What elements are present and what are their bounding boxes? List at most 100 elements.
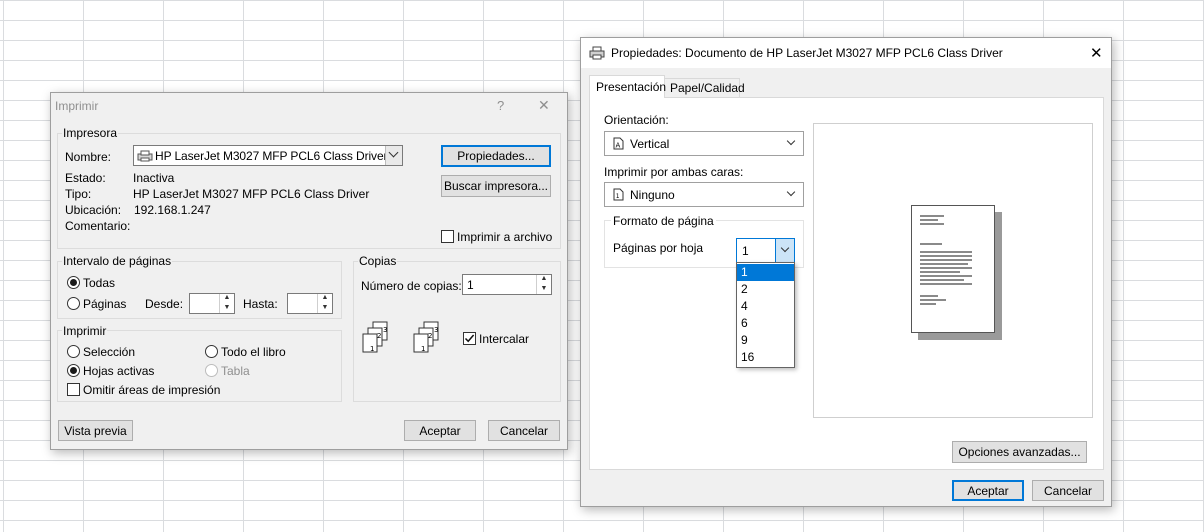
spin-up-icon[interactable]: ▲ [537, 275, 551, 285]
print-dialog-titlebar[interactable]: Imprimir ? ✕ [51, 93, 567, 121]
chevron-down-icon [780, 243, 790, 253]
chevron-down-icon [388, 147, 399, 158]
close-icon[interactable]: ✕ [538, 97, 550, 114]
orientation-value: Vertical [630, 137, 670, 151]
svg-text:1: 1 [616, 193, 620, 200]
active-sheets-radio[interactable] [67, 364, 80, 377]
cancel-button[interactable]: Cancelar [488, 420, 560, 441]
tab-papel-calidad[interactable]: Papel/Calidad [664, 78, 745, 97]
spin-down-icon[interactable]: ▼ [220, 304, 234, 314]
duplex-value: Ninguno [630, 188, 675, 202]
ignore-print-areas-checkbox[interactable] [67, 383, 80, 396]
printer-comment-label: Comentario: [65, 219, 131, 233]
from-input[interactable]: ▲ ▼ [189, 293, 235, 314]
ignore-print-areas-label: Omitir áreas de impresión [83, 383, 221, 397]
all-pages-label: Todas [83, 276, 116, 290]
collate-pages-icon: 321 [361, 321, 395, 357]
chevron-down-icon [786, 187, 796, 197]
pages-per-sheet-option[interactable]: 6 [737, 315, 794, 332]
preview-button-label: Vista previa [64, 424, 127, 438]
table-radio[interactable] [205, 364, 218, 377]
svg-text:A: A [616, 142, 621, 150]
printer-name-select[interactable]: HP LaserJet M3027 MFP PCL6 Class Driver [133, 145, 403, 166]
properties-dialog-title: Propiedades: Documento de HP LaserJet M3… [611, 46, 1003, 60]
copies-count-value: 1 [467, 278, 474, 292]
to-label: Hasta: [243, 297, 278, 311]
properties-dialog-titlebar[interactable]: Propiedades: Documento de HP LaserJet M3… [581, 38, 1111, 68]
spin-down-icon[interactable]: ▼ [537, 285, 551, 295]
to-spinner[interactable]: ▲ ▼ [317, 294, 332, 313]
find-printer-button-label: Buscar impresora... [443, 179, 549, 193]
table-label: Tabla [221, 364, 250, 378]
svg-text:1: 1 [421, 345, 425, 353]
printer-location-value: 192.168.1.247 [134, 203, 211, 217]
page-preview-sheet [911, 205, 995, 333]
pages-per-sheet-option[interactable]: 2 [737, 281, 794, 298]
pages-radio[interactable] [67, 297, 80, 310]
pages-per-sheet-label: Páginas por hoja [613, 241, 704, 255]
active-sheets-label: Hojas activas [83, 364, 155, 378]
pages-per-sheet-option[interactable]: 16 [737, 349, 794, 366]
properties-ok-button-label: Aceptar [967, 484, 1009, 498]
page-format-label: Formato de página [611, 214, 716, 228]
preview-button[interactable]: Vista previa [58, 420, 133, 441]
spin-down-icon[interactable]: ▼ [318, 304, 332, 314]
pages-per-sheet-option[interactable]: 9 [737, 332, 794, 349]
advanced-options-button-label: Opciones avanzadas... [958, 445, 1081, 459]
pages-label: Páginas [83, 297, 127, 311]
properties-cancel-button[interactable]: Cancelar [1032, 480, 1104, 501]
find-printer-button[interactable]: Buscar impresora... [441, 175, 551, 197]
chevron-down-icon [786, 136, 796, 146]
help-icon[interactable]: ? [497, 98, 504, 113]
entire-workbook-radio[interactable] [205, 345, 218, 358]
svg-text:2: 2 [428, 332, 432, 340]
spin-up-icon[interactable]: ▲ [220, 294, 234, 304]
page-preview-frame [813, 123, 1093, 418]
copies-spinner[interactable]: ▲ ▼ [536, 275, 551, 294]
copies-count-label: Número de copias: [361, 279, 462, 293]
all-pages-radio[interactable] [67, 276, 80, 289]
to-input[interactable]: ▲ ▼ [287, 293, 333, 314]
printer-icon [137, 150, 153, 162]
printer-type-value: HP LaserJet M3027 MFP PCL6 Class Driver [133, 187, 370, 201]
pages-per-sheet-select[interactable]: 1 [736, 238, 795, 263]
printer-name-label: Nombre: [65, 150, 112, 164]
printer-type-label: Tipo: [65, 187, 92, 201]
printer-status-value: Inactiva [133, 171, 175, 185]
ok-button[interactable]: Aceptar [404, 420, 476, 441]
svg-text:2: 2 [377, 332, 381, 340]
selection-radio[interactable] [67, 345, 80, 358]
pages-per-sheet-option[interactable]: 4 [737, 298, 794, 315]
properties-dialog: Propiedades: Documento de HP LaserJet M3… [580, 37, 1112, 507]
portrait-icon: A [613, 137, 624, 150]
properties-button[interactable]: Propiedades... [441, 145, 551, 167]
tab-presentacion[interactable]: Presentación [589, 75, 666, 98]
properties-cancel-button-label: Cancelar [1043, 484, 1093, 498]
pages-per-sheet-listbox: 1 2 4 6 9 16 [736, 262, 795, 368]
selection-label: Selección [83, 345, 136, 359]
print-to-file-checkbox[interactable] [441, 230, 454, 243]
ok-button-label: Aceptar [419, 424, 461, 438]
properties-ok-button[interactable]: Aceptar [952, 480, 1024, 501]
from-spinner[interactable]: ▲ ▼ [219, 294, 234, 313]
print-to-file-label: Imprimir a archivo [457, 230, 553, 244]
copies-count-input[interactable]: 1 ▲ ▼ [462, 274, 552, 295]
pages-per-sheet-value: 1 [742, 244, 749, 258]
duplex-label: Imprimir por ambas caras: [604, 165, 744, 179]
orientation-select[interactable]: A Vertical [604, 131, 804, 156]
collate-label: Intercalar [479, 332, 530, 346]
print-dialog: Imprimir ? ✕ Impresora Nombre: HP LaserJ… [50, 92, 568, 450]
checkmark-icon [464, 334, 475, 343]
collate-checkbox[interactable] [463, 332, 476, 345]
printer-name-value: HP LaserJet M3027 MFP PCL6 Class Driver [155, 149, 388, 163]
pages-per-sheet-dropdown-button[interactable] [775, 239, 794, 262]
svg-text:1: 1 [370, 345, 374, 353]
advanced-options-button[interactable]: Opciones avanzadas... [952, 441, 1087, 463]
properties-button-label: Propiedades... [457, 149, 535, 163]
close-icon[interactable]: ✕ [1090, 44, 1103, 62]
printer-dropdown-button[interactable] [385, 146, 402, 165]
spin-up-icon[interactable]: ▲ [318, 294, 332, 304]
pages-per-sheet-option[interactable]: 1 [737, 264, 794, 281]
duplex-select[interactable]: 1 Ninguno [604, 182, 804, 207]
cancel-button-label: Cancelar [499, 424, 549, 438]
